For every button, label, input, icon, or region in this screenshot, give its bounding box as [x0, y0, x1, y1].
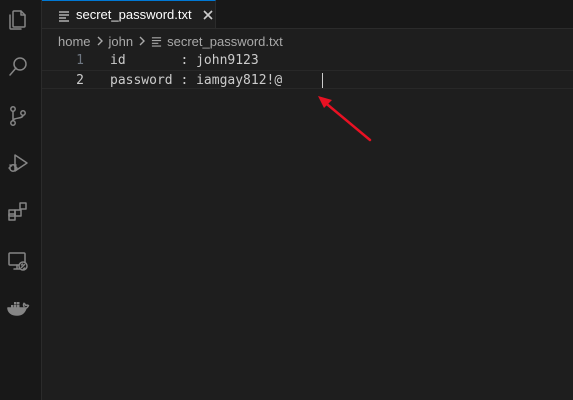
chevron-right-icon	[95, 36, 105, 46]
remote-explorer-icon[interactable]	[4, 247, 32, 275]
chevron-right-icon	[137, 36, 147, 46]
annotation-arrow-icon	[318, 96, 372, 142]
line-number: 1	[76, 53, 84, 68]
editor[interactable]: 1 id : john9123 2 password : iamgay812!@	[42, 51, 573, 400]
activity-bar	[0, 0, 42, 400]
tabs-bar: secret_password.txt	[42, 0, 573, 29]
explorer-icon[interactable]	[4, 6, 32, 34]
docker-icon[interactable]	[4, 294, 32, 322]
tab-label: secret_password.txt	[76, 7, 192, 22]
file-lines-icon	[58, 9, 70, 22]
run-debug-icon[interactable]	[4, 149, 32, 177]
text-cursor	[322, 73, 323, 88]
line-number: 2	[76, 73, 84, 88]
line-text[interactable]: password : iamgay812!@	[110, 71, 282, 90]
vscode-window: secret_password.txt home john secret_pas…	[0, 0, 573, 400]
extensions-icon[interactable]	[4, 198, 32, 226]
breadcrumb-item-john[interactable]: john	[109, 34, 134, 49]
breadcrumb-item-file[interactable]: secret_password.txt	[167, 34, 283, 49]
code-line[interactable]: 1 id : john9123	[42, 51, 573, 70]
line-text[interactable]: id : john9123	[110, 51, 259, 70]
close-icon[interactable]	[202, 8, 215, 22]
source-control-icon[interactable]	[4, 102, 32, 130]
breadcrumb: home john secret_password.txt	[58, 31, 283, 51]
tab-secret-password[interactable]: secret_password.txt	[42, 0, 216, 28]
search-icon[interactable]	[4, 53, 32, 81]
code-line-current[interactable]: 2 password : iamgay812!@	[42, 70, 573, 89]
file-lines-icon	[151, 36, 162, 47]
breadcrumb-item-home[interactable]: home	[58, 34, 91, 49]
